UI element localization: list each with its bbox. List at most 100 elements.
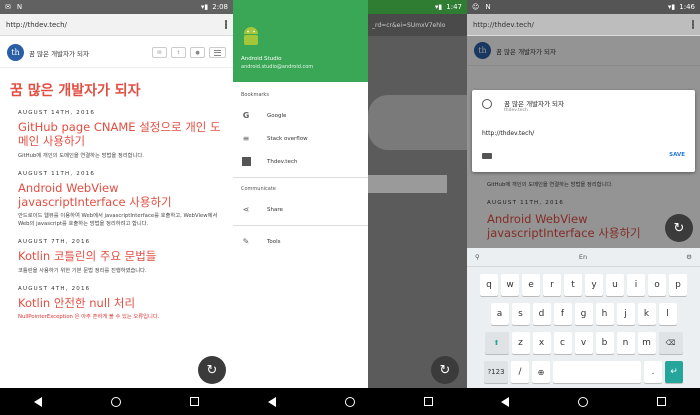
post-item[interactable]: AUGUST 14TH, 2016 GitHub page CNAME 설정으로… <box>18 110 225 161</box>
drawer-item-google[interactable]: G Google <box>233 104 368 127</box>
n-icon: N <box>485 3 491 11</box>
url-bar[interactable]: http://thdev.tech/ <box>0 14 233 36</box>
site-name[interactable]: 꿈 많은 개발자가 되자 <box>29 48 89 58</box>
bookmark-url-field[interactable]: http://thdev.tech/ <box>482 130 534 137</box>
site-logo[interactable]: th <box>7 44 24 61</box>
nav-bar <box>0 388 233 415</box>
key-s[interactable]: s <box>511 303 530 325</box>
section-bookmarks: Bookmarks <box>241 92 269 98</box>
github-icon[interactable]: ● <box>190 47 205 58</box>
enter-key[interactable]: ↵ <box>665 361 683 383</box>
key-l[interactable]: l <box>658 303 677 325</box>
url-input[interactable]: http://thdev.tech/ <box>473 21 534 29</box>
drawer-item-tools[interactable]: ✎ Tools <box>233 230 368 253</box>
back-icon[interactable] <box>34 396 43 407</box>
post-title[interactable]: Kotlin 코틀린의 주요 문법들 <box>18 249 225 263</box>
key-r[interactable]: r <box>543 274 561 296</box>
key-k[interactable]: k <box>637 303 656 325</box>
hamburger-menu-icon[interactable] <box>209 47 226 58</box>
refresh-icon: ↻ <box>673 220 685 236</box>
refresh-fab[interactable]: ↻ <box>198 356 226 384</box>
key-m[interactable]: m <box>637 332 656 354</box>
overflow-menu-icon[interactable] <box>692 20 694 29</box>
dot-key[interactable]: . <box>644 361 662 383</box>
home-icon[interactable] <box>577 396 588 407</box>
url-bar[interactable]: http://thdev.tech/ <box>467 14 700 36</box>
overflow-menu-icon[interactable] <box>225 20 227 29</box>
blog-title: 꿈 많은 개발자가 되자 <box>10 83 141 99</box>
back-icon[interactable] <box>501 396 510 407</box>
url-input[interactable]: http://thdev.tech/ <box>6 21 67 29</box>
android-logo-icon <box>244 27 258 45</box>
post-title[interactable]: Android WebView javascriptInterface 사용하기 <box>18 181 225 210</box>
post-item[interactable]: AUGUST 11TH, 2016 Android WebView javasc… <box>18 171 225 230</box>
home-icon[interactable] <box>344 396 355 407</box>
recents-icon[interactable] <box>423 397 433 406</box>
twitter-icon[interactable]: t <box>171 47 186 58</box>
drawer-item-label: Stack overflow <box>267 135 308 142</box>
backspace-key[interactable]: ⌫ <box>658 332 683 354</box>
key-p[interactable]: p <box>669 274 687 296</box>
key-h[interactable]: h <box>595 303 614 325</box>
key-e[interactable]: e <box>522 274 540 296</box>
home-icon[interactable] <box>110 396 121 407</box>
globe-icon <box>482 99 492 109</box>
mic-icon[interactable]: ⚲ <box>475 253 480 261</box>
key-o[interactable]: o <box>648 274 666 296</box>
drawer-item-share[interactable]: ⋖ Share <box>233 198 368 221</box>
key-u[interactable]: u <box>606 274 624 296</box>
refresh-fab[interactable]: ↻ <box>665 214 693 242</box>
save-button[interactable]: SAVE <box>669 152 685 158</box>
refresh-icon: ↻ <box>206 362 218 378</box>
key-v[interactable]: v <box>574 332 593 354</box>
key-n[interactable]: n <box>616 332 635 354</box>
email-icon[interactable]: ✉ <box>152 47 167 58</box>
symbols-key[interactable]: ?123 <box>484 361 508 383</box>
drawer-header: Android Studio android.studio@android.co… <box>233 0 368 82</box>
key-j[interactable]: j <box>616 303 635 325</box>
key-z[interactable]: z <box>511 332 530 354</box>
key-w[interactable]: w <box>501 274 519 296</box>
drawer-item-label: Share <box>267 206 283 213</box>
back-icon[interactable] <box>267 396 276 407</box>
key-g[interactable]: g <box>574 303 593 325</box>
slash-key[interactable]: / <box>511 361 529 383</box>
recents-icon[interactable] <box>656 397 666 406</box>
shift-key[interactable]: ⬆ <box>484 332 509 354</box>
key-q[interactable]: q <box>480 274 498 296</box>
section-communicate: Communicate <box>241 186 276 192</box>
post-item[interactable]: AUGUST 7TH, 2016 Kotlin 코틀린의 주요 문법들 코틀린을… <box>18 239 225 275</box>
soft-keyboard: ⚲ En ⚙ qwertyuiop asdfghjkl ⬆ z x c v b n m ⌫ ?… <box>467 248 700 388</box>
nav-bar <box>233 388 467 415</box>
post-title[interactable]: Kotlin 안전한 null 처리 <box>18 296 225 310</box>
label-tag-icon[interactable] <box>482 153 492 159</box>
key-a[interactable]: a <box>490 303 509 325</box>
drawer-item-stack-overflow[interactable]: ≡ Stack overflow <box>233 127 368 150</box>
recents-icon[interactable] <box>189 397 199 406</box>
bookmark-title-field[interactable]: 꿈 많은 개발자가 되자 <box>504 98 564 108</box>
bookmark-dialog: 꿈 많은 개발자가 되자 thdev.tech http://thdev.tec… <box>472 90 695 172</box>
key-d[interactable]: d <box>532 303 551 325</box>
key-b[interactable]: b <box>595 332 614 354</box>
post-date: AUGUST 7TH, 2016 <box>18 239 91 246</box>
key-t[interactable]: t <box>564 274 582 296</box>
refresh-fab[interactable]: ↻ <box>431 356 459 384</box>
key-x[interactable]: x <box>532 332 551 354</box>
divider <box>233 225 368 226</box>
key-i[interactable]: i <box>627 274 645 296</box>
key-f[interactable]: f <box>553 303 572 325</box>
phone-screen-bookmark-dialog: ☺ N ▾▮ 1:46 http://thdev.tech/ th 꿈 많은 개발자… <box>467 0 700 415</box>
refresh-icon: ↻ <box>439 362 451 378</box>
globe-key-icon[interactable]: ⊕ <box>532 361 550 383</box>
key-c[interactable]: c <box>553 332 572 354</box>
key-y[interactable]: y <box>585 274 603 296</box>
settings-icon[interactable]: ⚙ <box>686 253 692 261</box>
post-title[interactable]: GitHub page CNAME 설정으로 개인 도메인 사용하기 <box>18 120 225 149</box>
keyboard-language[interactable]: En <box>579 253 587 261</box>
drawer-item-thdev[interactable]: Thdev.tech <box>233 150 368 173</box>
post-item[interactable]: AUGUST 4TH, 2016 Kotlin 안전한 null 처리 Null… <box>18 286 225 322</box>
background-scrim[interactable] <box>368 0 467 388</box>
space-key[interactable] <box>553 361 641 383</box>
bookmark-domain: thdev.tech <box>504 108 528 113</box>
phone-screen-blog: ✉ N ▾▮ 2:08 http://thdev.tech/ th 꿈 많은 개발자… <box>0 0 233 415</box>
